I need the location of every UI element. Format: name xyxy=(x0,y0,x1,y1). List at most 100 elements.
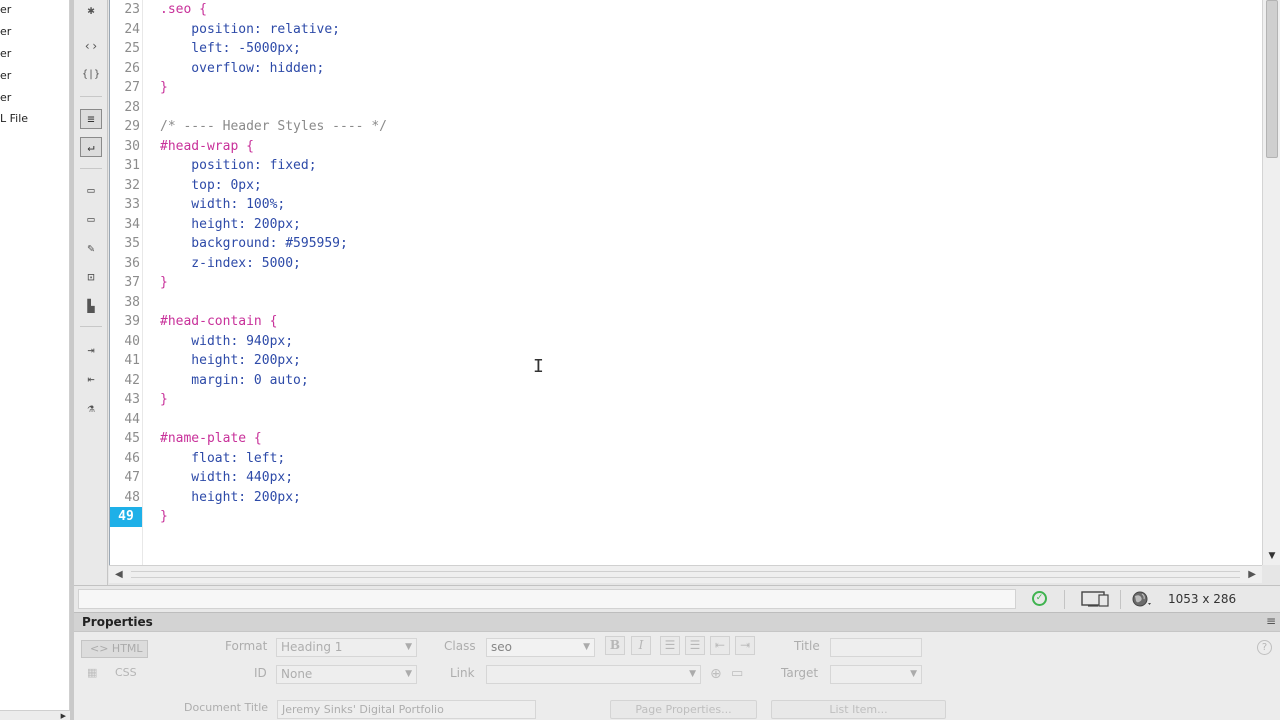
ordered-list-icon[interactable]: ☰ xyxy=(685,636,705,655)
panel-menu-icon[interactable]: ≡ xyxy=(1266,614,1276,628)
code-text[interactable]: width: 440px; xyxy=(160,468,293,488)
code-text[interactable]: margin: 0 auto; xyxy=(160,371,308,391)
code-line[interactable]: 34 height: 200px; xyxy=(110,215,1260,235)
file-panel-item[interactable]: er xyxy=(0,69,11,82)
file-panel-item[interactable]: L File xyxy=(0,112,28,125)
move-css-icon[interactable]: ▙ xyxy=(80,296,102,316)
indent-code-icon[interactable]: ⇥ xyxy=(80,340,102,360)
device-preview-icon[interactable] xyxy=(1080,591,1110,607)
outdent-code-icon[interactable]: ⇤ xyxy=(80,369,102,389)
preview-in-browser-icon[interactable] xyxy=(1131,590,1153,608)
code-line[interactable]: 43} xyxy=(110,390,1260,410)
code-line[interactable]: 32 top: 0px; xyxy=(110,176,1260,196)
code-line[interactable]: 38 xyxy=(110,293,1260,313)
select-parent-tag-icon[interactable]: ‹› xyxy=(80,36,102,56)
code-text[interactable]: left: -5000px; xyxy=(160,39,301,59)
code-line[interactable]: 30 #head-wrap { xyxy=(110,137,1260,157)
italic-button[interactable]: I xyxy=(631,636,651,655)
code-line[interactable]: 25 left: -5000px; xyxy=(110,39,1260,59)
tag-selector[interactable] xyxy=(78,589,1016,609)
file-panel-item[interactable]: er xyxy=(0,47,11,60)
code-text[interactable]: position: fixed; xyxy=(160,156,316,176)
code-line[interactable]: 42 margin: 0 auto; xyxy=(110,371,1260,391)
recent-snippets-icon[interactable]: ⊡ xyxy=(80,267,102,287)
code-text[interactable]: overflow: hidden; xyxy=(160,59,324,79)
code-text[interactable]: } xyxy=(160,78,168,98)
code-text[interactable]: width: 100%; xyxy=(160,195,285,215)
code-text[interactable]: top: 0px; xyxy=(160,176,261,196)
balance-braces-icon[interactable]: {|} xyxy=(80,64,102,84)
code-text[interactable]: width: 940px; xyxy=(160,332,293,352)
format-select[interactable]: Heading 1 ▼ xyxy=(276,638,417,657)
code-text[interactable]: } xyxy=(160,273,168,293)
code-line[interactable]: 28 xyxy=(110,98,1260,118)
file-panel-scrollbar[interactable]: ▶ xyxy=(0,710,70,720)
wrap-tag-icon[interactable]: ✎ xyxy=(80,238,102,258)
unordered-list-icon[interactable]: ☰ xyxy=(660,636,680,655)
code-line[interactable]: 47 width: 440px; xyxy=(110,468,1260,488)
code-editor[interactable]: 23 .seo {24 position: relative; 25 left: -… xyxy=(109,0,1262,565)
code-text[interactable]: } xyxy=(160,390,168,410)
code-text[interactable]: float: left; xyxy=(160,449,285,469)
code-line[interactable]: 41 height: 200px; xyxy=(110,351,1260,371)
collapse-full-tag-icon[interactable]: ✱ xyxy=(80,0,102,20)
code-line[interactable]: 36 z-index: 5000; xyxy=(110,254,1260,274)
no-errors-check-icon[interactable]: ✓ xyxy=(1032,591,1047,606)
code-text[interactable]: height: 200px; xyxy=(160,215,301,235)
file-panel-item[interactable]: er xyxy=(0,3,11,16)
scroll-left-icon[interactable]: ◀ xyxy=(115,569,123,580)
outdent-icon[interactable]: ⇤ xyxy=(710,636,730,655)
window-size-readout[interactable]: 1053 x 286 xyxy=(1168,592,1236,606)
browse-folder-icon[interactable]: ▭ xyxy=(731,666,743,681)
code-text[interactable]: position: relative; xyxy=(160,20,340,40)
list-item-button[interactable]: List Item... xyxy=(771,700,946,719)
properties-header[interactable]: Properties ≡ xyxy=(74,612,1280,632)
bold-button[interactable]: B xyxy=(605,636,625,655)
code-line[interactable]: 49} xyxy=(110,507,1260,527)
id-select[interactable]: None ▼ xyxy=(276,665,417,684)
html-mode-button[interactable]: <> HTML xyxy=(81,640,148,658)
indent-icon[interactable]: ⇥ xyxy=(735,636,755,655)
page-properties-button[interactable]: Page Properties... xyxy=(610,700,757,719)
code-line[interactable]: 33 width: 100%; xyxy=(110,195,1260,215)
code-text[interactable]: } xyxy=(160,507,168,527)
code-line[interactable]: 46 float: left; xyxy=(110,449,1260,469)
code-line[interactable]: 48 height: 200px; xyxy=(110,488,1260,508)
scroll-down-icon[interactable]: ▼ xyxy=(1266,551,1278,561)
document-title-field[interactable]: Jeremy Sinks' Digital Portfolio xyxy=(277,700,536,719)
code-line[interactable]: 37} xyxy=(110,273,1260,293)
apply-comment-icon[interactable]: ▭ xyxy=(80,180,102,200)
code-text[interactable]: background: #595959; xyxy=(160,234,348,254)
code-text[interactable]: height: 200px; xyxy=(160,488,301,508)
css-mode-button[interactable]: ▦ CSS xyxy=(81,665,148,683)
code-line[interactable]: 45 #name-plate { xyxy=(110,429,1260,449)
scroll-right-icon[interactable]: ▶ xyxy=(61,712,66,720)
code-line[interactable]: 23 .seo { xyxy=(110,0,1260,20)
target-select[interactable]: ▼ xyxy=(830,665,922,684)
code-text[interactable]: .seo { xyxy=(160,0,207,20)
code-line[interactable]: 35 background: #595959; xyxy=(110,234,1260,254)
code-text[interactable]: /* ---- Header Styles ---- */ xyxy=(160,117,387,137)
scroll-right-icon[interactable]: ▶ xyxy=(1248,569,1256,580)
file-panel-item[interactable]: er xyxy=(0,25,11,38)
line-numbers-icon[interactable]: ≡ xyxy=(80,109,102,129)
code-text[interactable]: #name-plate { xyxy=(160,429,262,449)
code-line[interactable]: 40 width: 940px; xyxy=(110,332,1260,352)
code-text[interactable]: #head-contain { xyxy=(160,312,277,332)
format-source-icon[interactable]: ⚗ xyxy=(80,398,102,418)
title-field[interactable] xyxy=(830,638,922,657)
point-to-file-icon[interactable]: ⊕ xyxy=(710,666,722,682)
code-text[interactable]: height: 200px; xyxy=(160,351,301,371)
code-line[interactable]: 26 overflow: hidden; xyxy=(110,59,1260,79)
code-text[interactable]: #head-wrap { xyxy=(160,137,254,157)
code-line[interactable]: 44 xyxy=(110,410,1260,430)
code-line[interactable]: 39 #head-contain { xyxy=(110,312,1260,332)
file-panel-item[interactable]: er xyxy=(0,91,11,104)
horizontal-scrollbar[interactable]: ◀ ▶ xyxy=(109,565,1262,583)
vertical-scroll-thumb[interactable] xyxy=(1266,0,1278,158)
horizontal-scroll-track[interactable] xyxy=(131,571,1240,578)
remove-comment-icon[interactable]: ▭ xyxy=(80,209,102,229)
class-select[interactable]: seo ▼ xyxy=(486,638,595,657)
word-wrap-icon[interactable]: ↵ xyxy=(80,137,102,157)
vertical-scrollbar[interactable]: ▼ xyxy=(1262,0,1280,565)
